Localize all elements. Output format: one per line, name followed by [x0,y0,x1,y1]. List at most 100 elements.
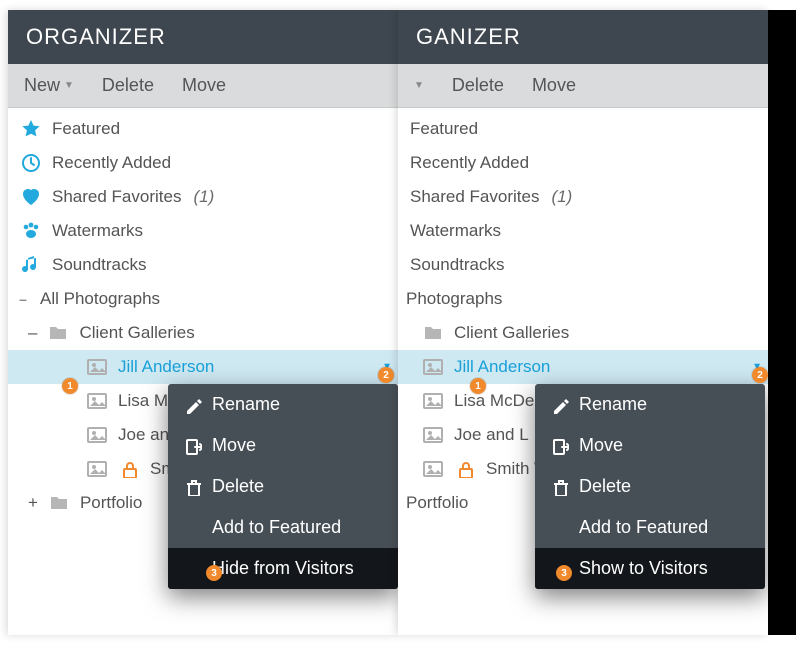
sidebar-item-watermarks[interactable]: Watermarks [398,214,768,248]
label: Soundtracks [410,255,505,275]
lock-icon [118,460,140,478]
label: Watermarks [52,221,143,241]
label: Delete [212,476,264,497]
count: (1) [551,187,572,207]
sidebar-item-soundtracks[interactable]: Soundtracks [398,248,768,282]
sidebar-item-featured[interactable]: Featured [8,112,398,146]
label: Jill Anderson [118,357,214,377]
tree-gallery-jill[interactable]: Jill Anderson ▼ [398,350,768,384]
ctx-move[interactable]: Move [535,425,765,466]
picture-icon [422,357,444,377]
label: Recently Added [410,153,529,173]
ctx-delete[interactable]: Delete [535,466,765,507]
picture-icon [86,357,108,377]
panel-title: ORGANIZER [8,10,398,64]
label: Move [579,435,623,456]
sidebar-item-favorites[interactable]: Shared Favorites(1) [398,180,768,214]
label: Portfolio [80,493,142,513]
context-menu: Rename Move Delete Add to Featured Show … [535,384,765,589]
new-label: New [24,75,60,96]
label: Add to Featured [212,517,341,538]
sidebar-item-favorites[interactable]: Shared Favorites (1) [8,180,398,214]
move-button[interactable]: Move [532,75,576,96]
trash-icon [551,478,569,496]
music-icon [20,255,42,275]
picture-icon [422,459,444,479]
move-out-icon [184,437,202,455]
picture-icon [422,391,444,411]
pencil-icon [551,396,569,414]
chevron-down-icon: ▼ [414,80,424,91]
picture-icon [86,459,108,479]
label: Hide from Visitors [212,558,354,579]
ctx-move[interactable]: Move [168,425,398,466]
ctx-delete[interactable]: Delete [168,466,398,507]
label: Recently Added [52,153,171,173]
heart-icon [20,187,42,207]
picture-icon [86,425,108,445]
tree-all-photos[interactable]: – All Photographs [8,282,398,316]
label: Joe and L [454,425,529,445]
ctx-hide-visitors[interactable]: Hide from Visitors [168,548,398,589]
label: Photographs [406,289,502,309]
new-button[interactable]: ▼ [414,80,424,91]
callout-badge-3: 3 [206,565,222,581]
sidebar-item-watermarks[interactable]: Watermarks [8,214,398,248]
callout-badge-1: 1 [470,378,486,394]
delete-button[interactable]: Delete [452,75,504,96]
move-out-icon [551,437,569,455]
callout-badge-2: 2 [752,367,768,383]
collapse-icon[interactable]: – [28,323,37,343]
folder-icon [48,493,70,513]
label: Client Galleries [454,323,569,343]
tree-client-galleries[interactable]: – Client Galleries [8,316,398,350]
collapse-icon[interactable]: – [16,291,30,307]
label: Rename [212,394,280,415]
folder-icon [47,323,69,343]
sidebar-item-recent[interactable]: Recently Added [8,146,398,180]
context-menu: Rename Move Delete Add to Featured Hide … [168,384,398,589]
label: Jill Anderson [454,357,550,377]
tree-all-photos[interactable]: Photographs [398,282,768,316]
sidebar-item-soundtracks[interactable]: Soundtracks [8,248,398,282]
label: Soundtracks [52,255,147,275]
label: Client Galleries [79,323,194,343]
picture-icon [86,391,108,411]
folder-icon [422,323,444,343]
ctx-add-featured[interactable]: Add to Featured [168,507,398,548]
paw-icon [20,221,42,241]
label: Lisa McDe [454,391,534,411]
toolbar: ▼ Delete Move [398,64,768,108]
ctx-add-featured[interactable]: Add to Featured [535,507,765,548]
label: Portfolio [406,493,468,513]
callout-badge-2: 2 [378,367,394,383]
move-button[interactable]: Move [182,75,226,96]
picture-icon [422,425,444,445]
chevron-down-icon: ▼ [64,80,74,91]
callout-badge-1: 1 [62,378,78,394]
tree-client-galleries[interactable]: Client Galleries [398,316,768,350]
sidebar-item-recent[interactable]: Recently Added [398,146,768,180]
toolbar: New ▼ Delete Move [8,64,398,108]
label: All Photographs [40,289,160,309]
label: Add to Featured [579,517,708,538]
star-icon [20,119,42,139]
label: Featured [410,119,478,139]
expand-icon[interactable]: + [28,493,38,513]
new-button[interactable]: New ▼ [24,75,74,96]
label: Shared Favorites [52,187,181,207]
label: Delete [579,476,631,497]
trash-icon [184,478,202,496]
label: Watermarks [410,221,501,241]
organizer-panel-left: ORGANIZER New ▼ Delete Move Featured Rec… [8,10,398,635]
delete-button[interactable]: Delete [102,75,154,96]
organizer-panel-right: GANIZER ▼ Delete Move Featured Recently … [398,10,768,635]
sidebar-item-featured[interactable]: Featured [398,112,768,146]
panel-title: GANIZER [398,10,768,64]
edge-shadow [768,10,796,635]
label: Featured [52,119,120,139]
callout-badge-3: 3 [556,565,572,581]
ctx-rename[interactable]: Rename [535,384,765,425]
label: Show to Visitors [579,558,708,579]
ctx-rename[interactable]: Rename [168,384,398,425]
